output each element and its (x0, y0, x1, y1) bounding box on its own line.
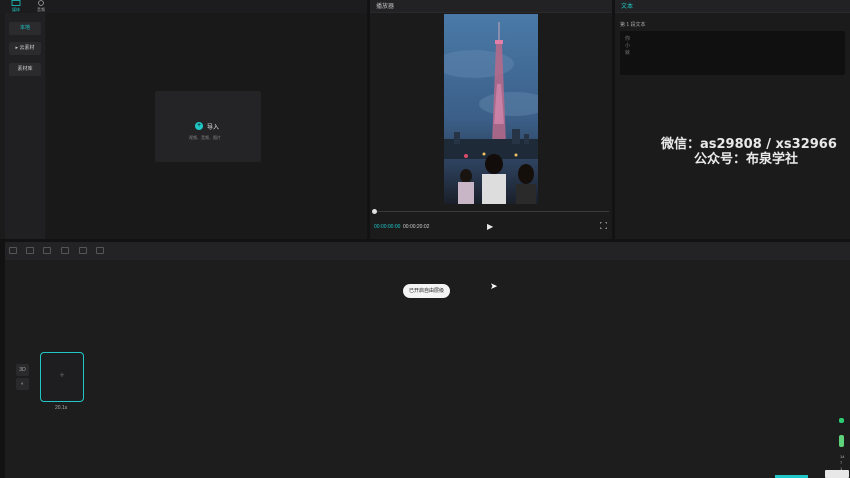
plus-icon: + (59, 370, 65, 380)
text-input[interactable]: 你 小 就 (620, 31, 845, 75)
import-hint: 视频、音频、图片 (189, 135, 221, 140)
total-time: 00:00:20:02 (403, 224, 430, 230)
text-line: 小 (625, 43, 631, 49)
media-panel: 媒体 音频 本地 ▸ 云素材 素材库 + 导入 视频、音频、图片 (0, 0, 367, 239)
text-panel: 文本 第 1 段文本 你 小 就 (615, 0, 850, 239)
video-frame-image (444, 14, 538, 204)
toast-message: 已开启自由层级 (403, 284, 451, 298)
timeline-toolbar (5, 242, 850, 260)
text-panel-title: 文本 (621, 4, 634, 10)
redo-icon[interactable] (26, 247, 34, 254)
video-preview[interactable] (444, 14, 538, 204)
watermark-line: 公众号：布泉学社 (693, 152, 798, 167)
text-segment-title: 第 1 段文本 (620, 22, 646, 28)
media-icon (11, 0, 21, 6)
split-icon[interactable] (43, 247, 51, 254)
stat-number: 14 (840, 454, 845, 459)
player-panel: 播放器 00:00:00:00 00:00:20:02 ▶ (370, 0, 612, 239)
speaker-icon: ◐ (20, 381, 25, 387)
crop-icon[interactable] (96, 247, 104, 254)
track-3d-button[interactable]: 3D (16, 364, 29, 376)
sidebar-item-library[interactable]: 素材库 (9, 63, 41, 76)
scrubber-handle[interactable] (372, 209, 377, 214)
plus-icon: + (195, 122, 203, 130)
player-header: 播放器 (370, 0, 612, 13)
delete-icon[interactable] (61, 247, 69, 254)
tab-audio[interactable]: 音频 (33, 0, 49, 13)
import-label: 导入 (207, 125, 220, 131)
status-indicator (839, 418, 844, 423)
play-button[interactable]: ▶ (487, 222, 493, 231)
undo-icon[interactable] (9, 247, 17, 254)
text-line: 你 (625, 36, 631, 42)
freeze-icon[interactable] (79, 247, 87, 254)
media-tabs: 媒体 音频 (0, 0, 367, 13)
level-meter (839, 435, 844, 447)
sidebar-item-cloud[interactable]: ▸ 云素材 (9, 42, 41, 55)
fullscreen-button[interactable] (599, 221, 608, 231)
mouse-cursor-icon: ➤ (490, 281, 498, 291)
timeline-panel: 已开启自由层级 ➤ 3D ◐ + 20.1s 14 7 1 (5, 242, 850, 478)
watermark: 微信：as29808 / xs32966 公众号：布泉学社 (661, 137, 837, 167)
stat-number: 7 (840, 460, 843, 465)
import-button[interactable]: + 导入 视频、音频、图片 (155, 91, 261, 162)
sidebar-item-local[interactable]: 本地 (9, 22, 41, 35)
add-clip-button[interactable]: + (40, 352, 84, 402)
player-title: 播放器 (376, 4, 395, 10)
audio-icon (38, 0, 44, 6)
clip-duration: 20.1s (55, 405, 68, 411)
playback-scrubber[interactable] (373, 211, 609, 212)
text-line: 就 (625, 50, 631, 56)
corner-badge (825, 470, 849, 478)
track-audio-button[interactable]: ◐ (16, 378, 29, 390)
tab-media[interactable]: 媒体 (8, 0, 24, 13)
media-sidebar: 本地 ▸ 云素材 素材库 (5, 13, 45, 239)
play-icon: ▶ (487, 222, 494, 231)
watermark-line: 微信：as29808 / xs32966 (661, 137, 837, 152)
current-time: 00:00:00:00 (374, 224, 401, 230)
text-header: 文本 (615, 0, 850, 13)
fullscreen-icon (599, 221, 608, 230)
